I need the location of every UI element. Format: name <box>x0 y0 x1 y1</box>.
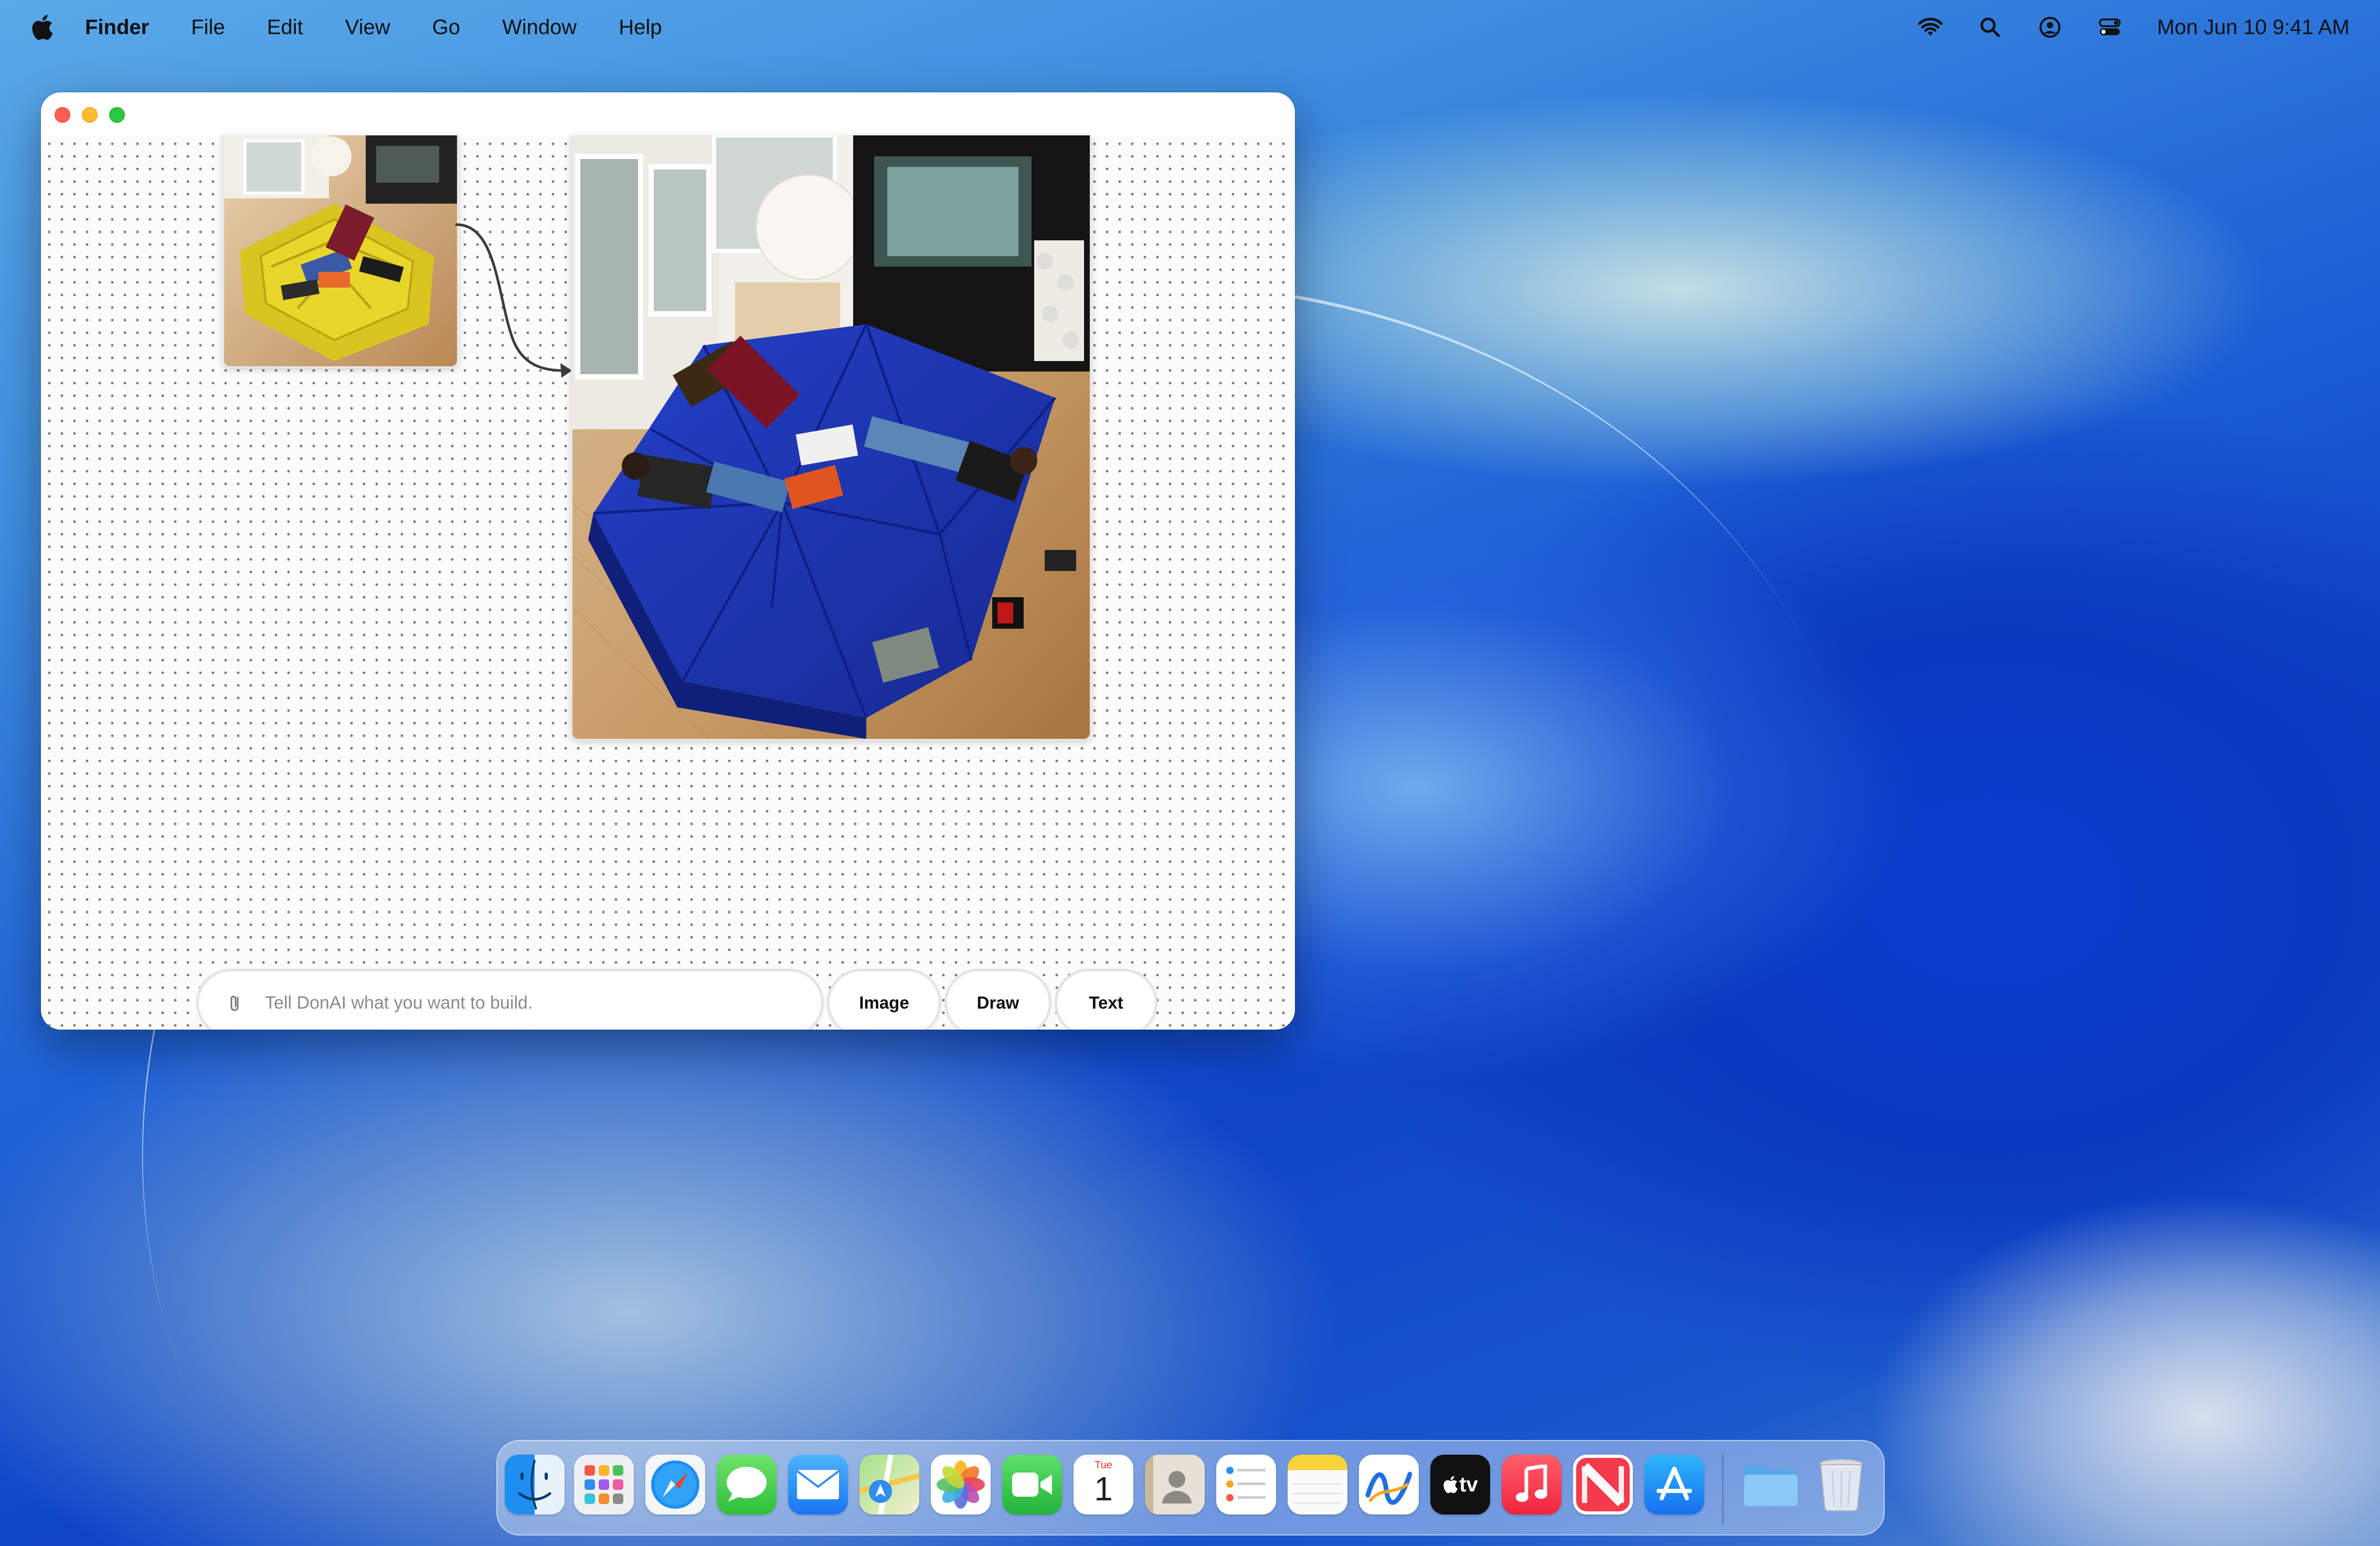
menu-app-finder[interactable]: Finder <box>85 16 149 39</box>
window-titlebar[interactable] <box>41 92 1295 135</box>
dock-reminders-icon[interactable] <box>1216 1455 1276 1515</box>
dock-messages-icon[interactable] <box>717 1455 777 1515</box>
dock-launchpad-icon[interactable] <box>574 1455 634 1515</box>
image-button[interactable]: Image <box>827 969 941 1030</box>
menu-go[interactable]: Go <box>432 16 460 39</box>
dock-freeform-icon[interactable] <box>1359 1455 1419 1515</box>
draw-button[interactable]: Draw <box>944 969 1051 1030</box>
dock-mail-icon[interactable] <box>788 1455 848 1515</box>
control-center-icon[interactable] <box>2097 15 2122 40</box>
menu-bar: Finder File Edit View Go Window Help Mon… <box>0 0 2380 55</box>
apple-logo-icon[interactable] <box>30 14 54 41</box>
window-zoom-button[interactable] <box>109 107 125 123</box>
menu-file[interactable]: File <box>191 16 225 39</box>
dock-finder-icon[interactable] <box>505 1455 565 1515</box>
dock-maps-icon[interactable] <box>859 1455 919 1515</box>
dock-contacts-icon[interactable] <box>1145 1455 1205 1515</box>
dock-news-icon[interactable] <box>1573 1455 1633 1515</box>
dock-notes-icon[interactable] <box>1288 1455 1347 1515</box>
dock-trash-icon[interactable] <box>1811 1455 1871 1515</box>
menu-window[interactable]: Window <box>502 16 577 39</box>
dock-safari-icon[interactable] <box>645 1455 705 1515</box>
calendar-day: Tue <box>1095 1459 1112 1471</box>
menu-view[interactable]: View <box>345 16 390 39</box>
menu-edit[interactable]: Edit <box>267 16 303 39</box>
menu-bar-clock[interactable]: Mon Jun 10 9:41 AM <box>2157 16 2350 39</box>
generated-photo-blue-couch[interactable] <box>571 135 1091 740</box>
dock-separator <box>1722 1454 1724 1524</box>
paperclip-attach-icon[interactable] <box>225 992 246 1013</box>
dock-app-store-icon[interactable] <box>1644 1455 1704 1515</box>
dock: Tue 1 tv <box>496 1440 1885 1536</box>
calendar-date: 1 <box>1094 1470 1113 1508</box>
window-close-button[interactable] <box>55 107 70 123</box>
prompt-placeholder[interactable]: Tell DonAI what you want to build. <box>265 993 533 1013</box>
dock-facetime-icon[interactable] <box>1002 1455 1062 1515</box>
dock-music-icon[interactable] <box>1502 1455 1561 1515</box>
spotlight-search-icon[interactable] <box>1978 15 2003 40</box>
dot-grid-canvas[interactable]: Tell DonAI what you want to build. Image… <box>41 135 1295 1030</box>
source-photo-yellow-couch[interactable] <box>222 135 459 368</box>
connector-arrow <box>455 223 572 378</box>
dock-calendar-icon[interactable]: Tue 1 <box>1074 1455 1133 1515</box>
wifi-icon[interactable] <box>1918 15 1943 40</box>
text-button[interactable]: Text <box>1055 969 1157 1030</box>
window-minimize-button[interactable] <box>82 107 98 123</box>
dock-photos-icon[interactable] <box>931 1455 991 1515</box>
apple-tv-label: tv <box>1459 1473 1478 1496</box>
menu-help[interactable]: Help <box>619 16 662 39</box>
donai-canvas-window: Tell DonAI what you want to build. Image… <box>41 92 1295 1030</box>
dock-downloads-folder-icon[interactable] <box>1741 1455 1801 1515</box>
user-account-icon[interactable] <box>2037 15 2063 40</box>
dock-apple-tv-icon[interactable]: tv <box>1430 1455 1490 1515</box>
prompt-input-bar[interactable]: Tell DonAI what you want to build. <box>196 969 824 1030</box>
